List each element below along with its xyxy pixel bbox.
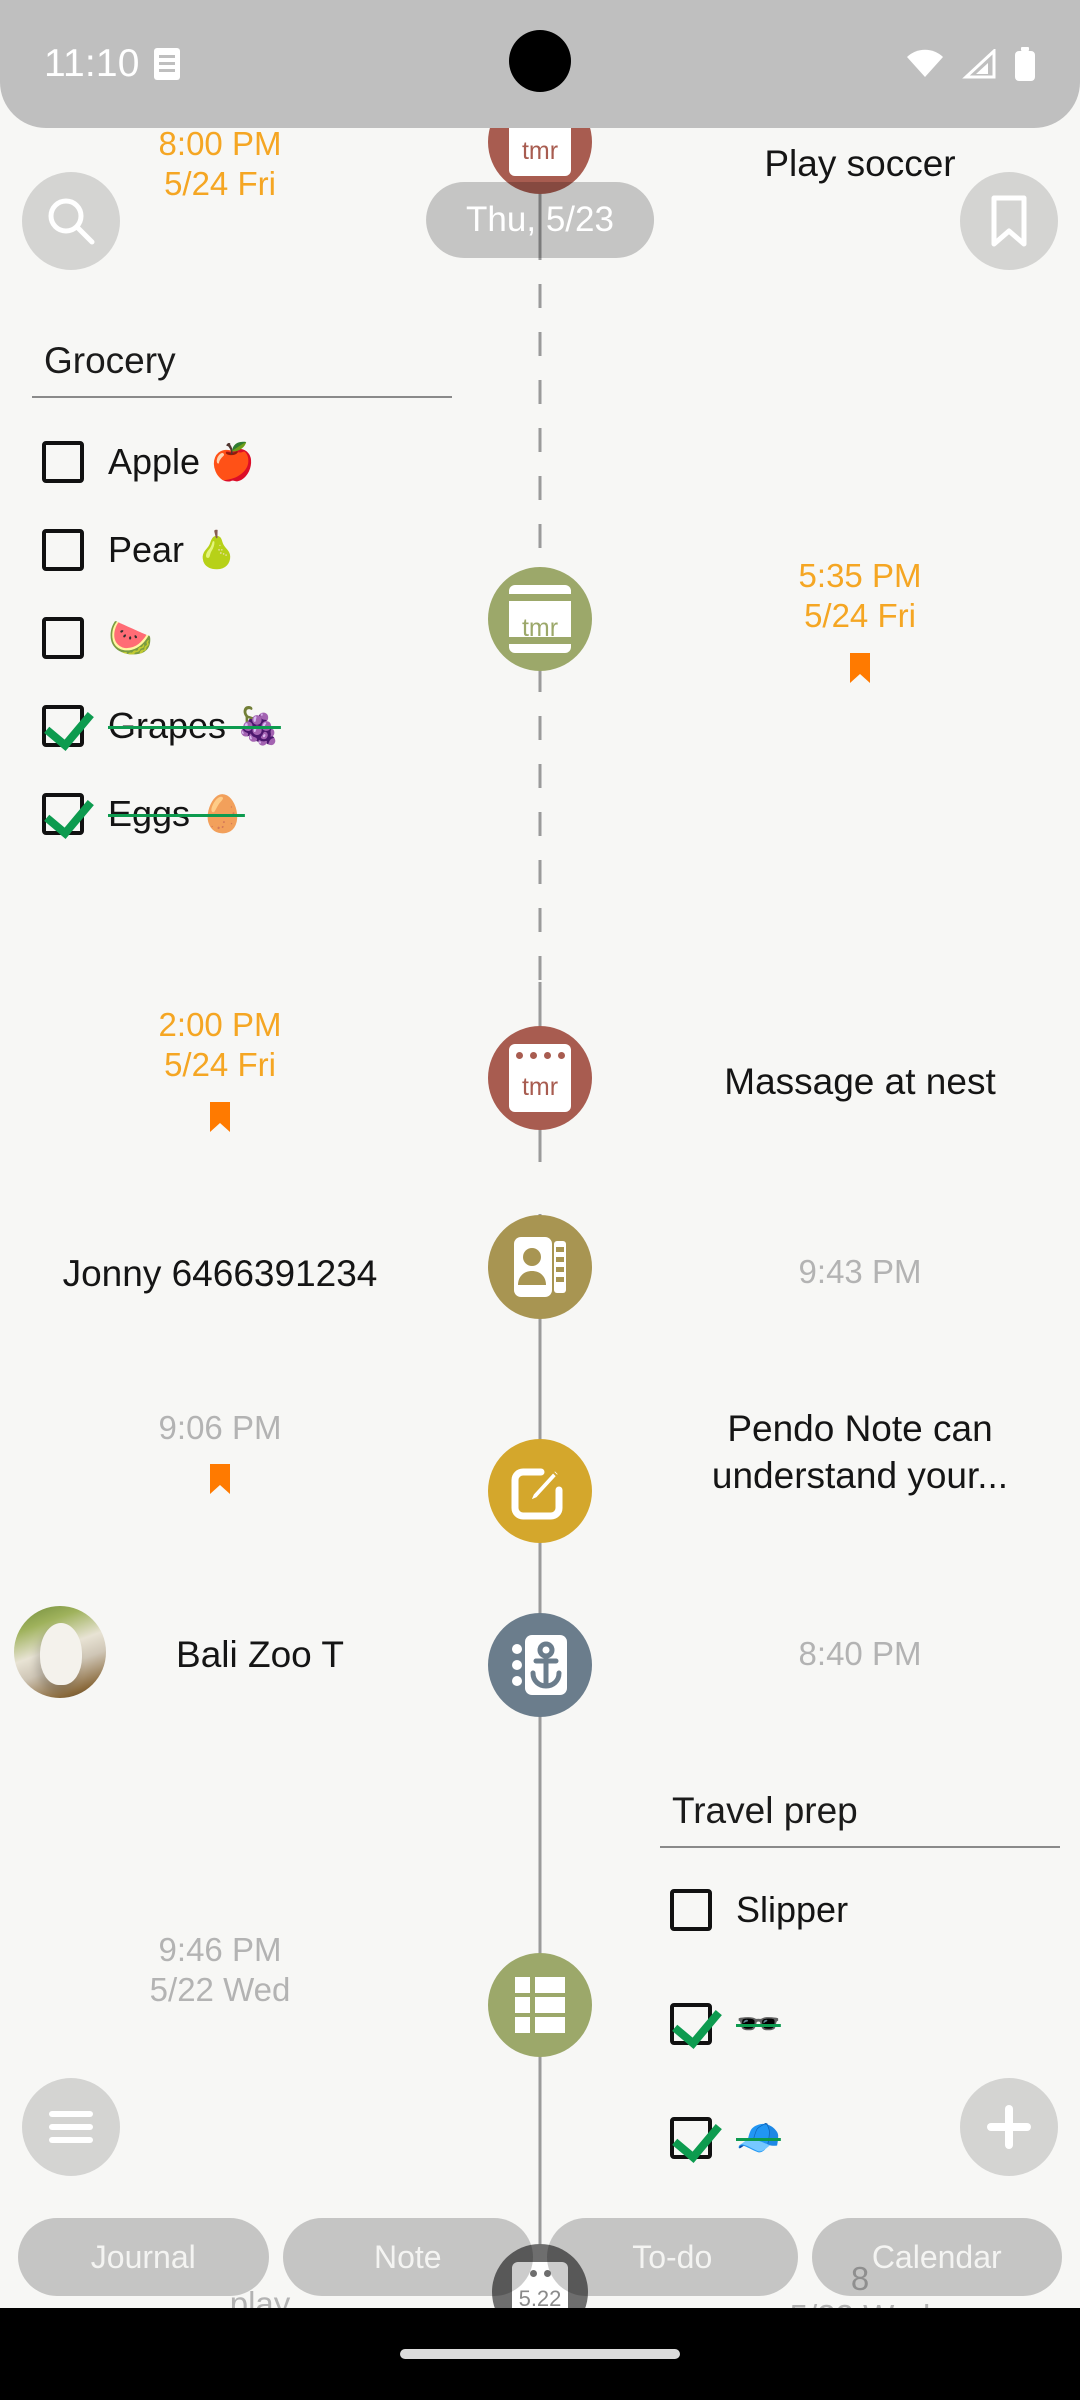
checkbox[interactable] bbox=[670, 2117, 712, 2159]
entry-date: 5/24 Fri bbox=[804, 597, 916, 635]
entry-time-contact-jonny: 9:43 PM bbox=[650, 1252, 1070, 1292]
battery-icon bbox=[1015, 47, 1035, 81]
entry-time: 9:43 PM bbox=[798, 1253, 922, 1290]
entry-time-pendo-note: 9:06 PM bbox=[10, 1408, 430, 1501]
checklist-item[interactable]: 🕶️ bbox=[660, 1980, 1060, 2068]
entry-time: 8:40 PM bbox=[798, 1635, 922, 1672]
entry-title-contact-jonny[interactable]: Jonny 6466391234 bbox=[10, 1250, 430, 1297]
checklist-item[interactable]: Pear 🍐 bbox=[32, 506, 452, 594]
entry-title: Bali Zoo T bbox=[176, 1634, 344, 1675]
checklist-item-label: Slipper bbox=[736, 1889, 849, 1930]
note-pencil-icon bbox=[511, 1468, 563, 1520]
entry-time-reminder-535: 5:35 PM 5/24 Fri bbox=[650, 556, 1070, 690]
bookmark-flag-icon bbox=[210, 1464, 230, 1495]
status-bar-right bbox=[906, 47, 1036, 81]
camera-cutout bbox=[509, 30, 571, 92]
todo-list-icon bbox=[515, 1977, 565, 2033]
checkbox[interactable] bbox=[42, 617, 84, 659]
app-screen: tmr tmr tmr 5.22 8:00 PM 5/24 Fri Play s… bbox=[0, 0, 1080, 2400]
grocery-checklist[interactable]: Grocery Apple 🍎 Pear 🍐 🍉 Grapes 🍇 Eggs 🥚 bbox=[32, 340, 452, 858]
entry-time-travel-prep: 9:46 PM 5/22 Wed bbox=[10, 1930, 430, 2011]
search-icon bbox=[48, 198, 95, 245]
checklist-item-label: 🍉 bbox=[108, 617, 153, 658]
entry-time: 9:46 PM bbox=[158, 1931, 282, 1968]
checkbox[interactable] bbox=[42, 793, 84, 835]
checklist-item-label: Apple 🍎 bbox=[108, 441, 255, 482]
system-navigation-bar bbox=[0, 2308, 1080, 2400]
timeline-node-contact-jonny[interactable] bbox=[488, 1215, 592, 1319]
reminder-tmr-icon: tmr bbox=[509, 1044, 571, 1112]
entry-title: Massage at nest bbox=[724, 1061, 996, 1102]
checklist-item[interactable]: Eggs 🥚 bbox=[32, 770, 452, 858]
document-icon bbox=[153, 48, 180, 80]
checklist-item[interactable]: Slipper bbox=[660, 1866, 1060, 1954]
entry-time: 9:06 PM bbox=[158, 1409, 282, 1446]
checklist-item-label: Grapes 🍇 bbox=[108, 705, 281, 746]
checklist-item-label: Eggs 🥚 bbox=[108, 793, 245, 834]
bookmark-button[interactable] bbox=[960, 172, 1058, 270]
entry-time: 8:00 PM bbox=[158, 125, 282, 162]
checkbox[interactable] bbox=[42, 529, 84, 571]
checkbox[interactable] bbox=[42, 705, 84, 747]
search-button[interactable] bbox=[22, 172, 120, 270]
checklist-item[interactable]: Grapes 🍇 bbox=[32, 682, 452, 770]
tab-journal[interactable]: Journal bbox=[18, 2218, 269, 2296]
entry-time: 5:35 PM bbox=[798, 557, 922, 594]
bookmark-flag-icon bbox=[210, 1101, 230, 1132]
home-indicator[interactable] bbox=[400, 2349, 680, 2359]
node-label: tmr bbox=[521, 1073, 559, 1101]
anchor-bookmark-icon bbox=[512, 1635, 567, 1695]
date-pill[interactable]: Thu, 5/23 bbox=[426, 182, 654, 258]
menu-fab-button[interactable] bbox=[22, 2078, 120, 2176]
checklist-title: Travel prep bbox=[660, 1790, 1060, 1848]
checklist-item-label: 🕶️ bbox=[736, 2003, 781, 2044]
checkbox[interactable] bbox=[42, 441, 84, 483]
entry-time-massage: 2:00 PM 5/24 Fri bbox=[10, 1005, 430, 1139]
bottom-tabbar: Journal Note To-do Calendar bbox=[0, 2218, 1080, 2296]
entry-title-bali-zoo[interactable]: Bali Zoo T bbox=[70, 1631, 450, 1678]
timeline-node-pendo-note[interactable] bbox=[488, 1439, 592, 1543]
wifi-icon bbox=[907, 49, 943, 77]
entry-title: Pendo Note can understand your... bbox=[711, 1408, 1009, 1497]
bookmark-flag-icon bbox=[850, 652, 870, 683]
entry-date: 5/24 Fri bbox=[164, 1046, 276, 1084]
timeline-node-travel-prep-todo[interactable] bbox=[488, 1953, 592, 2057]
tab-calendar[interactable]: Calendar bbox=[811, 2218, 1062, 2296]
tab-note[interactable]: Note bbox=[282, 2218, 533, 2296]
timeline-node-bali-zoo[interactable] bbox=[488, 1613, 592, 1717]
checklist-item-label: 🧢 bbox=[736, 2117, 781, 2158]
entry-time-bali-zoo: 8:40 PM bbox=[650, 1634, 1070, 1674]
hamburger-menu-icon bbox=[49, 2111, 93, 2143]
checkbox[interactable] bbox=[670, 1889, 712, 1931]
bookmark-icon bbox=[991, 195, 1027, 247]
cellular-signal-icon bbox=[962, 49, 996, 79]
avatar[interactable] bbox=[14, 1606, 106, 1698]
status-time: 11:10 bbox=[44, 42, 140, 85]
checklist-title: Grocery bbox=[32, 340, 452, 398]
checklist-item[interactable]: 🍉 bbox=[32, 594, 452, 682]
contact-card-icon bbox=[514, 1237, 566, 1297]
entry-date: 5/22 Wed bbox=[149, 1971, 291, 2009]
entry-title-pendo-note[interactable]: Pendo Note can understand your... bbox=[670, 1405, 1050, 1500]
entry-time: 2:00 PM bbox=[158, 1006, 282, 1043]
entry-title: Jonny 6466391234 bbox=[62, 1253, 378, 1294]
reminder-tmr-icon: tmr bbox=[507, 585, 573, 653]
status-bar-left: 11:10 bbox=[44, 42, 180, 86]
tab-todo[interactable]: To-do bbox=[547, 2218, 798, 2296]
add-fab-button[interactable] bbox=[960, 2078, 1058, 2176]
entry-title-massage[interactable]: Massage at nest bbox=[650, 1058, 1070, 1105]
checkbox[interactable] bbox=[670, 2003, 712, 2045]
timeline-node-massage-at-nest[interactable]: tmr bbox=[488, 1026, 592, 1130]
timeline-node-reminder-535[interactable]: tmr bbox=[488, 567, 592, 671]
checklist-item[interactable]: Apple 🍎 bbox=[32, 418, 452, 506]
plus-icon bbox=[987, 2105, 1031, 2149]
checklist-item-label: Pear 🍐 bbox=[108, 529, 239, 570]
